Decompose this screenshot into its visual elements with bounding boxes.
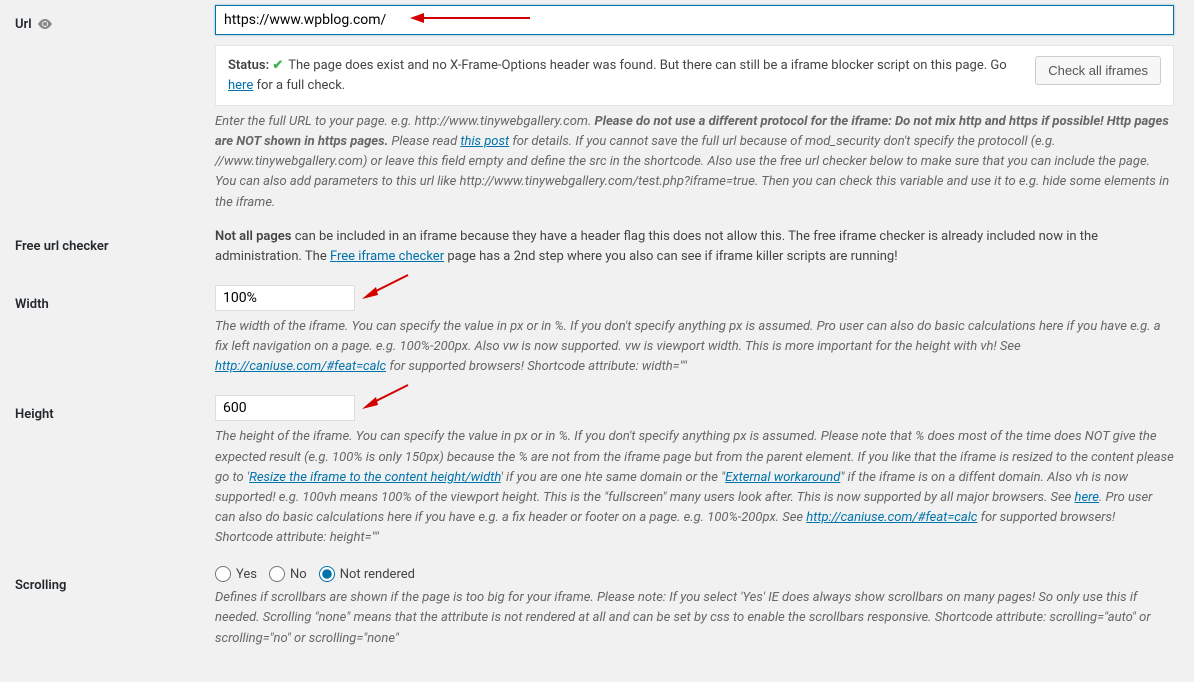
scrolling-label: Scrolling (15, 566, 215, 593)
scrolling-no-radio[interactable] (269, 566, 285, 582)
scrolling-description: Defines if scrollbars are shown if the p… (215, 588, 1174, 648)
free-url-checker-text: Not all pages can be included in an ifra… (215, 227, 1174, 267)
width-label: Width (15, 285, 215, 312)
external-workaround-link[interactable]: External workaround (725, 470, 840, 485)
status-message-1: The page does exist and no X-Frame-Optio… (288, 58, 1006, 73)
status-message-2: for a full check. (253, 78, 345, 93)
scrolling-radio-group: Yes No Not rendered (215, 566, 1174, 582)
status-here-link[interactable]: here (228, 78, 253, 93)
caniuse-calc-link[interactable]: http://caniuse.com/#feat=calc (215, 359, 386, 374)
free-url-checker-label: Free url checker (15, 227, 215, 254)
here-link[interactable]: here (1075, 490, 1099, 505)
arrow-annotation-icon (360, 383, 410, 413)
scrolling-not-rendered-radio[interactable] (319, 566, 335, 582)
caniuse-calc-link-2[interactable]: http://caniuse.com/#feat=calc (806, 510, 977, 525)
scrolling-yes-radio[interactable] (215, 566, 231, 582)
check-icon: ✔ (272, 58, 283, 73)
height-label: Height (15, 395, 215, 422)
resize-iframe-link[interactable]: Resize the iframe to the content height/… (249, 470, 501, 485)
check-all-iframes-button[interactable]: Check all iframes (1035, 56, 1161, 85)
height-input[interactable] (215, 395, 355, 421)
url-input[interactable] (215, 5, 1174, 35)
scrolling-no-option[interactable]: No (269, 566, 307, 582)
this-post-link[interactable]: this post (460, 134, 509, 149)
status-label: Status: (228, 58, 269, 73)
arrow-annotation-icon (360, 273, 410, 303)
status-box: Status: ✔ The page does exist and no X-F… (215, 45, 1174, 106)
free-iframe-checker-link[interactable]: Free iframe checker (330, 249, 444, 264)
url-description: Enter the full URL to your page. e.g. ht… (215, 112, 1174, 213)
height-description: The height of the iframe. You can specif… (215, 427, 1174, 548)
scrolling-yes-option[interactable]: Yes (215, 566, 257, 582)
eye-icon (38, 18, 52, 32)
scrolling-not-rendered-option[interactable]: Not rendered (319, 566, 415, 582)
url-label: Url (15, 5, 215, 32)
width-description: The width of the iframe. You can specify… (215, 317, 1174, 377)
width-input[interactable] (215, 285, 355, 311)
